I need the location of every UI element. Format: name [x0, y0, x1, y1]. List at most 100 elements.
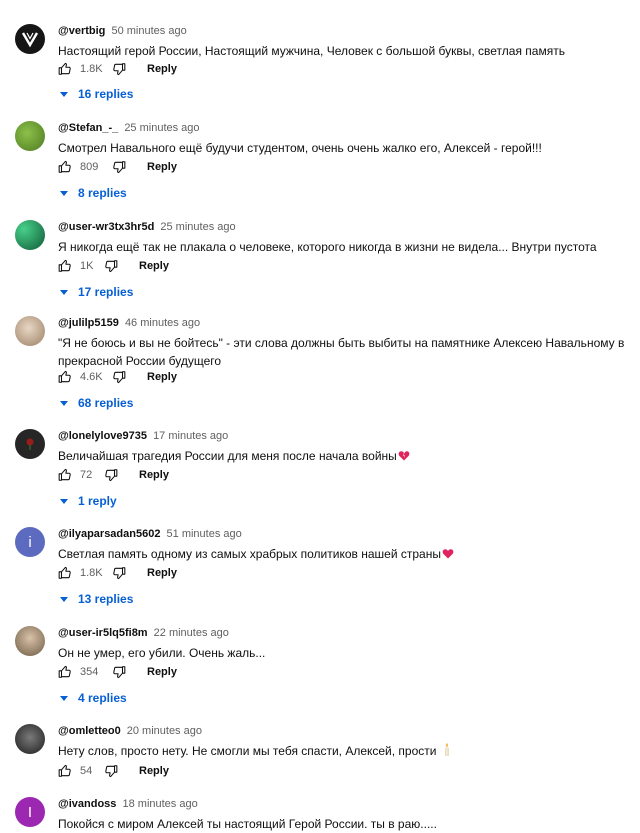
thumb-down-icon [113, 161, 126, 174]
comment-actions: 54 Reply [54, 760, 169, 782]
like-button[interactable] [54, 156, 76, 178]
like-count: 1.8K [80, 63, 103, 75]
avatar[interactable]: i [15, 527, 45, 557]
like-button[interactable] [54, 562, 76, 584]
avatar[interactable] [15, 316, 45, 346]
chevron-down-icon [60, 400, 68, 406]
like-button[interactable] [54, 760, 76, 782]
dislike-button[interactable] [108, 58, 130, 80]
like-button[interactable] [54, 661, 76, 683]
reply-button[interactable]: Reply [147, 567, 177, 579]
timestamp[interactable]: 25 minutes ago [160, 221, 235, 233]
author-name[interactable]: @omletteo0 [58, 725, 121, 737]
comment-header: @julilp5159 46 minutes ago [58, 317, 200, 330]
thumb-up-icon [58, 665, 71, 678]
like-button[interactable] [54, 366, 76, 388]
comment-actions: 1K Reply [54, 255, 169, 277]
replies-count: 68 replies [78, 396, 134, 410]
author-name[interactable]: @julilp5159 [58, 317, 119, 329]
reply-button[interactable]: Reply [139, 469, 169, 481]
reply-button[interactable]: Reply [139, 260, 169, 272]
avatar[interactable] [15, 220, 45, 250]
reply-button[interactable]: Reply [147, 161, 177, 173]
show-replies-button[interactable]: 8 replies [60, 182, 127, 204]
thumb-down-icon [113, 567, 126, 580]
avatar[interactable] [15, 429, 45, 459]
show-replies-button[interactable]: 68 replies [60, 392, 133, 414]
rose-icon [26, 438, 34, 450]
timestamp[interactable]: 18 minutes ago [122, 798, 197, 810]
dislike-button[interactable] [100, 255, 122, 277]
thumb-up-icon [58, 62, 71, 75]
comment-header: @lonelylove9735 17 minutes ago [58, 430, 228, 443]
comment-text: Светлая память одному из самых храбрых п… [58, 545, 633, 563]
broken-heart-icon [398, 451, 410, 461]
author-name[interactable]: @Stefan_-_ [58, 122, 118, 134]
avatar[interactable] [15, 121, 45, 151]
timestamp[interactable]: 20 minutes ago [127, 725, 202, 737]
like-count: 54 [80, 765, 93, 777]
comment-header: @vertbig 50 minutes ago [58, 25, 187, 38]
avatar[interactable] [15, 724, 45, 754]
comment-actions: 1.8K Reply [54, 562, 177, 584]
author-name[interactable]: @user-wr3tx3hr5d [58, 221, 154, 233]
thumb-up-icon [58, 764, 71, 777]
reply-button[interactable]: Reply [147, 666, 177, 678]
thumb-up-icon [58, 160, 71, 173]
like-count: 809 [80, 161, 99, 173]
heart-icon [442, 549, 454, 559]
timestamp[interactable]: 17 minutes ago [153, 430, 228, 442]
timestamp[interactable]: 50 minutes ago [111, 25, 186, 37]
dislike-button[interactable] [100, 760, 122, 782]
replies-count: 17 replies [78, 285, 134, 299]
timestamp[interactable]: 22 minutes ago [154, 627, 229, 639]
author-name[interactable]: @ilyaparsadan5602 [58, 528, 160, 540]
chevron-down-icon [60, 190, 68, 196]
thumb-down-icon [113, 63, 126, 76]
chevron-down-icon [60, 596, 68, 602]
avatar[interactable] [15, 24, 45, 54]
like-button[interactable] [54, 255, 76, 277]
avatar-letter: I [27, 803, 33, 821]
chevron-down-icon [60, 695, 68, 701]
dislike-button[interactable] [100, 464, 122, 486]
chevron-down-icon [60, 91, 68, 97]
timestamp[interactable]: 25 minutes ago [124, 122, 199, 134]
reply-button[interactable]: Reply [147, 371, 177, 383]
comment-text-content: Нету слов, просто нету. Не смогли мы теб… [58, 744, 437, 758]
show-replies-button[interactable]: 4 replies [60, 687, 127, 709]
dislike-button[interactable] [108, 156, 130, 178]
author-name[interactable]: @vertbig [58, 25, 105, 37]
avatar[interactable] [15, 626, 45, 656]
dislike-button[interactable] [108, 366, 130, 388]
comment-actions: 354 Reply [54, 661, 177, 683]
author-name[interactable]: @lonelylove9735 [58, 430, 147, 442]
show-replies-button[interactable]: 13 replies [60, 588, 133, 610]
reply-button[interactable]: Reply [139, 765, 169, 777]
show-replies-button[interactable]: 16 replies [60, 83, 133, 105]
show-replies-button[interactable]: 1 reply [60, 490, 117, 512]
chevron-down-icon [60, 498, 68, 504]
comment-text: Я никогда ещё так не плакала о человеке,… [58, 240, 597, 254]
comment-header: @ivandoss 18 minutes ago [58, 798, 198, 811]
comment-actions: 72 Reply [54, 464, 169, 486]
author-name[interactable]: @user-ir5lq5fi8m [58, 627, 148, 639]
like-button[interactable] [54, 464, 76, 486]
thumb-up-icon [58, 259, 71, 272]
like-count: 1K [80, 260, 94, 272]
dislike-button[interactable] [108, 562, 130, 584]
dislike-button[interactable] [108, 661, 130, 683]
reply-button[interactable]: Reply [147, 63, 177, 75]
show-replies-button[interactable]: 17 replies [60, 281, 133, 303]
author-name[interactable]: @ivandoss [58, 798, 116, 810]
comment-header: @ilyaparsadan5602 51 minutes ago [58, 528, 242, 541]
comment-text-content: Величайшая трагедия России для меня посл… [58, 449, 397, 463]
comment-text-content: Светлая память одному из самых храбрых п… [58, 547, 441, 561]
timestamp[interactable]: 51 minutes ago [167, 528, 242, 540]
comment-actions: 4.6K Reply [54, 366, 177, 388]
avatar[interactable]: I [15, 797, 45, 827]
timestamp[interactable]: 46 minutes ago [125, 317, 200, 329]
thumb-up-icon [58, 468, 71, 481]
like-button[interactable] [54, 58, 76, 80]
chevron-down-icon [60, 289, 68, 295]
